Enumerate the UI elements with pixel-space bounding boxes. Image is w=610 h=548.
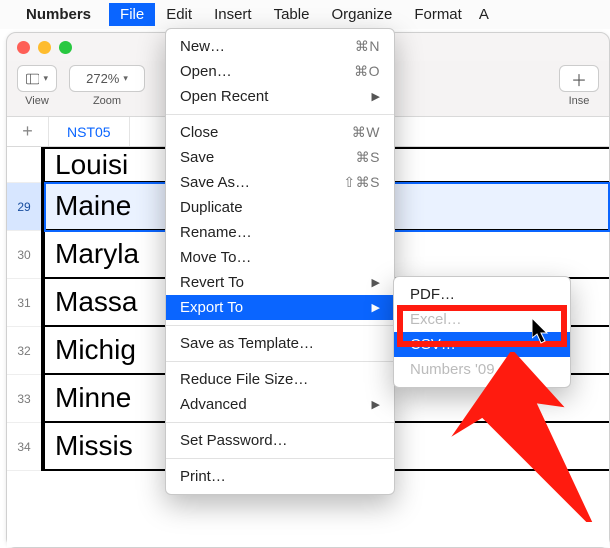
menu-item-label: Revert To bbox=[180, 274, 244, 291]
menu-item[interactable]: Save ⌘S bbox=[166, 145, 394, 170]
menu-item-label: Duplicate bbox=[180, 199, 243, 216]
menu-item-label: Open Recent bbox=[180, 88, 268, 105]
menu-separator bbox=[166, 458, 394, 459]
menu-shortcut: ⌘O bbox=[354, 63, 380, 80]
row-number[interactable]: 29 bbox=[7, 183, 41, 231]
row-number[interactable]: 30 bbox=[7, 231, 41, 279]
menu-shortcut: ⇧⌘S bbox=[343, 174, 380, 191]
menu-item-label: Print… bbox=[180, 468, 226, 485]
submenu-arrow-icon: ▶ bbox=[372, 90, 380, 103]
app-name[interactable]: Numbers bbox=[26, 6, 91, 23]
menu-item-label: Save As… bbox=[180, 174, 250, 191]
chevron-down-icon: ▾ bbox=[43, 73, 48, 84]
cell-text: Minne bbox=[55, 382, 131, 414]
row-number[interactable]: 32 bbox=[7, 327, 41, 375]
file-menu: New…⌘NOpen…⌘OOpen Recent▶Close⌘WSave⌘SSa… bbox=[165, 28, 395, 495]
menubar-item-table[interactable]: Table bbox=[263, 3, 321, 26]
insert-label-fragment: Inse bbox=[569, 95, 590, 107]
zoom-window-button[interactable] bbox=[59, 41, 72, 54]
menu-item[interactable]: Reduce File Size… bbox=[166, 367, 394, 392]
menu-item-label: Open… bbox=[180, 63, 232, 80]
menu-item[interactable]: Export To ▶ bbox=[166, 295, 394, 320]
menu-item[interactable]: Move To… bbox=[166, 245, 394, 270]
cell-text: Michig bbox=[55, 334, 136, 366]
view-label: View bbox=[25, 95, 49, 107]
submenu-item[interactable]: Excel… bbox=[394, 307, 570, 332]
menu-separator bbox=[166, 422, 394, 423]
row-number[interactable]: 31 bbox=[7, 279, 41, 327]
add-sheet-button[interactable]: + bbox=[7, 117, 49, 146]
submenu-item[interactable]: CSV… bbox=[394, 332, 570, 357]
export-submenu: PDF…Excel…CSV…Numbers '09… bbox=[393, 276, 571, 388]
row-number-column: 29 30 31 32 33 34 bbox=[7, 147, 41, 471]
menu-item-label: Save as Template… bbox=[180, 335, 314, 352]
close-window-button[interactable] bbox=[17, 41, 30, 54]
menubar-item-file[interactable]: File bbox=[109, 3, 155, 26]
plus-icon: ＋ bbox=[571, 67, 587, 91]
view-button[interactable]: ▾ bbox=[17, 65, 57, 92]
menu-item[interactable]: Duplicate bbox=[166, 195, 394, 220]
menu-item[interactable]: Close ⌘W bbox=[166, 120, 394, 145]
zoom-button[interactable]: 272% ▾ bbox=[69, 65, 145, 92]
menu-item[interactable]: Print… bbox=[166, 464, 394, 489]
cell-text: Massa bbox=[55, 286, 137, 318]
row-number[interactable]: 33 bbox=[7, 375, 41, 423]
cell-text: Louisi bbox=[55, 149, 128, 181]
menu-shortcut: ⌘S bbox=[356, 149, 380, 166]
menu-item[interactable]: Advanced ▶ bbox=[166, 392, 394, 417]
menubar-item-format[interactable]: Format bbox=[403, 3, 473, 26]
sidebar-icon bbox=[26, 72, 39, 86]
zoom-value: 272% bbox=[86, 71, 119, 86]
menubar-item-more[interactable]: A bbox=[473, 3, 500, 26]
menu-item-label: Export To bbox=[180, 299, 243, 316]
menu-item[interactable]: Open… ⌘O bbox=[166, 59, 394, 84]
zoom-label: Zoom bbox=[93, 95, 121, 107]
menu-item[interactable]: Open Recent ▶ bbox=[166, 84, 394, 109]
sheet-tab[interactable]: NST05 bbox=[49, 117, 130, 146]
window-controls bbox=[17, 41, 72, 54]
menu-item-label: Set Password… bbox=[180, 432, 288, 449]
menu-shortcut: ⌘N bbox=[355, 38, 380, 55]
menu-item[interactable]: Save As… ⇧⌘S bbox=[166, 170, 394, 195]
menu-item-label: Close bbox=[180, 124, 218, 141]
submenu-arrow-icon: ▶ bbox=[372, 276, 380, 289]
cell-text: Maryla bbox=[55, 238, 139, 270]
menu-item[interactable]: New… ⌘N bbox=[166, 34, 394, 59]
menubar-item-insert[interactable]: Insert bbox=[203, 3, 263, 26]
menu-separator bbox=[166, 361, 394, 362]
menu-item[interactable]: Set Password… bbox=[166, 428, 394, 453]
menu-item-label: Rename… bbox=[180, 224, 252, 241]
cell-text: Maine bbox=[55, 190, 131, 222]
menu-item-label: Reduce File Size… bbox=[180, 371, 308, 388]
mac-menubar: Numbers File Edit Insert Table Organize … bbox=[0, 0, 610, 29]
submenu-item[interactable]: Numbers '09… bbox=[394, 357, 570, 382]
menu-separator bbox=[166, 114, 394, 115]
menubar-item-edit[interactable]: Edit bbox=[155, 3, 203, 26]
submenu-arrow-icon: ▶ bbox=[372, 301, 380, 314]
menu-item-label: Save bbox=[180, 149, 214, 166]
menu-item-label: Advanced bbox=[180, 396, 247, 413]
menubar-item-organize[interactable]: Organize bbox=[320, 3, 403, 26]
menu-item-label: New… bbox=[180, 38, 225, 55]
row-number[interactable] bbox=[7, 147, 41, 183]
menu-shortcut: ⌘W bbox=[352, 124, 380, 141]
menu-item[interactable]: Save as Template… bbox=[166, 331, 394, 356]
menu-item[interactable]: Revert To ▶ bbox=[166, 270, 394, 295]
insert-button[interactable]: ＋ bbox=[559, 65, 599, 92]
chevron-down-icon: ▾ bbox=[123, 73, 128, 84]
cell-text: Missis bbox=[55, 430, 133, 462]
menu-item-label: Move To… bbox=[180, 249, 251, 266]
row-number[interactable]: 34 bbox=[7, 423, 41, 471]
submenu-item[interactable]: PDF… bbox=[394, 282, 570, 307]
submenu-arrow-icon: ▶ bbox=[372, 398, 380, 411]
minimize-window-button[interactable] bbox=[38, 41, 51, 54]
menu-separator bbox=[166, 325, 394, 326]
menu-item[interactable]: Rename… bbox=[166, 220, 394, 245]
